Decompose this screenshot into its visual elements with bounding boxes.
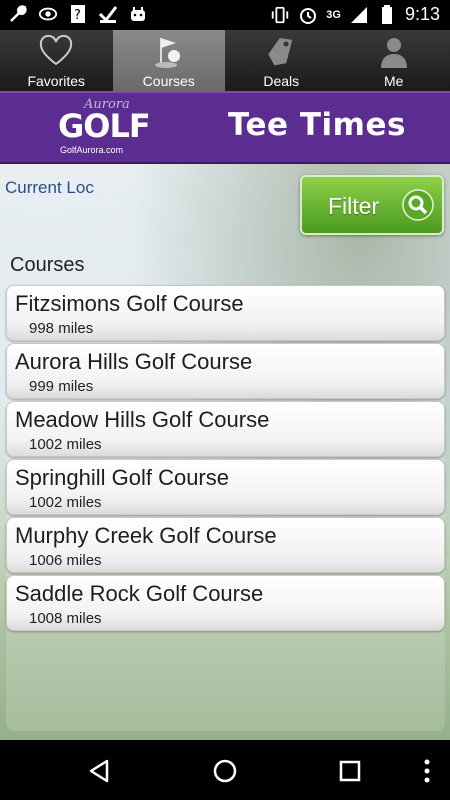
- course-distance: 1006 miles: [29, 552, 102, 569]
- section-heading: Courses: [10, 254, 85, 276]
- aurora-golf-logo: Aurora GOLF GolfAurora.com: [56, 95, 151, 161]
- list-item[interactable]: Meadow Hills Golf Course 1002 miles: [6, 401, 445, 457]
- svg-text:?: ?: [74, 8, 81, 23]
- header-banner: Aurora GOLF GolfAurora.com Tee Times: [0, 91, 450, 164]
- tab-courses[interactable]: Courses: [112, 30, 225, 91]
- eye-icon: [38, 4, 58, 24]
- home-icon[interactable]: [210, 756, 240, 786]
- course-name: Fitzsimons Golf Course: [15, 291, 244, 316]
- tab-bar: Favorites Courses Deals Me: [0, 30, 450, 91]
- search-icon: [402, 189, 434, 221]
- heart-icon: [39, 34, 73, 70]
- course-list: Fitzsimons Golf Course 998 miles Aurora …: [6, 285, 445, 731]
- list-item[interactable]: Springhill Golf Course 1002 miles: [6, 459, 445, 515]
- check-icon: [98, 4, 118, 24]
- clock: 9:13: [404, 4, 440, 24]
- question-icon: ?: [68, 4, 88, 24]
- recents-icon[interactable]: [335, 756, 365, 786]
- tab-me[interactable]: Me: [338, 30, 450, 91]
- list-item[interactable]: Fitzsimons Golf Course 998 miles: [6, 285, 445, 341]
- notification-icons: ?: [8, 4, 148, 24]
- course-name: Saddle Rock Golf Course: [15, 581, 264, 606]
- filter-button[interactable]: Filter: [300, 175, 444, 235]
- network-type: 3G: [326, 8, 341, 21]
- status-bar: ? 3G 9:13: [0, 0, 450, 30]
- tab-label: Me: [384, 73, 404, 89]
- course-distance: 1002 miles: [29, 494, 102, 511]
- wrench-icon: [8, 4, 28, 24]
- course-list-screen: Current Loc Filter Courses Fitzsimons Go…: [0, 164, 450, 740]
- tab-label: Favorites: [27, 73, 86, 89]
- list-item[interactable]: Saddle Rock Golf Course 1008 miles: [6, 575, 445, 631]
- course-name: Murphy Creek Golf Course: [15, 523, 277, 548]
- vibrate-icon: [270, 5, 290, 25]
- page-title: Tee Times: [228, 107, 406, 143]
- course-name: Aurora Hills Golf Course: [15, 349, 253, 374]
- tag-icon: [264, 34, 298, 70]
- course-distance: 1002 miles: [29, 436, 102, 453]
- back-icon[interactable]: [85, 756, 115, 786]
- battery-icon: [377, 4, 397, 25]
- more-icon[interactable]: [412, 756, 442, 786]
- system-nav-bar: [0, 740, 450, 800]
- system-status: 3G 9:13: [270, 4, 440, 25]
- list-item[interactable]: Aurora Hills Golf Course 999 miles: [6, 343, 445, 399]
- tab-label: Deals: [263, 73, 300, 89]
- logo-word: GOLF: [58, 107, 151, 145]
- filter-label: Filter: [328, 193, 380, 219]
- course-name: Springhill Golf Course: [15, 465, 229, 490]
- alarm-icon: [298, 5, 318, 25]
- course-distance: 999 miles: [29, 378, 94, 395]
- course-distance: 1008 miles: [29, 610, 102, 627]
- course-distance: 998 miles: [29, 320, 94, 337]
- signal-icon: [349, 5, 369, 25]
- logo-url: GolfAurora.com: [60, 145, 124, 155]
- tab-label: Courses: [142, 73, 195, 89]
- app-screen: ? 3G 9:13 Favorites Courses Deals Me Aur…: [0, 0, 450, 800]
- android-icon: [128, 4, 148, 24]
- tab-deals[interactable]: Deals: [225, 30, 338, 91]
- tab-favorites[interactable]: Favorites: [0, 30, 113, 91]
- current-location-link[interactable]: Current Loc: [5, 178, 94, 198]
- person-icon: [377, 34, 411, 70]
- list-item[interactable]: Murphy Creek Golf Course 1006 miles: [6, 517, 445, 573]
- course-name: Meadow Hills Golf Course: [15, 407, 270, 432]
- golf-flag-icon: [152, 34, 186, 70]
